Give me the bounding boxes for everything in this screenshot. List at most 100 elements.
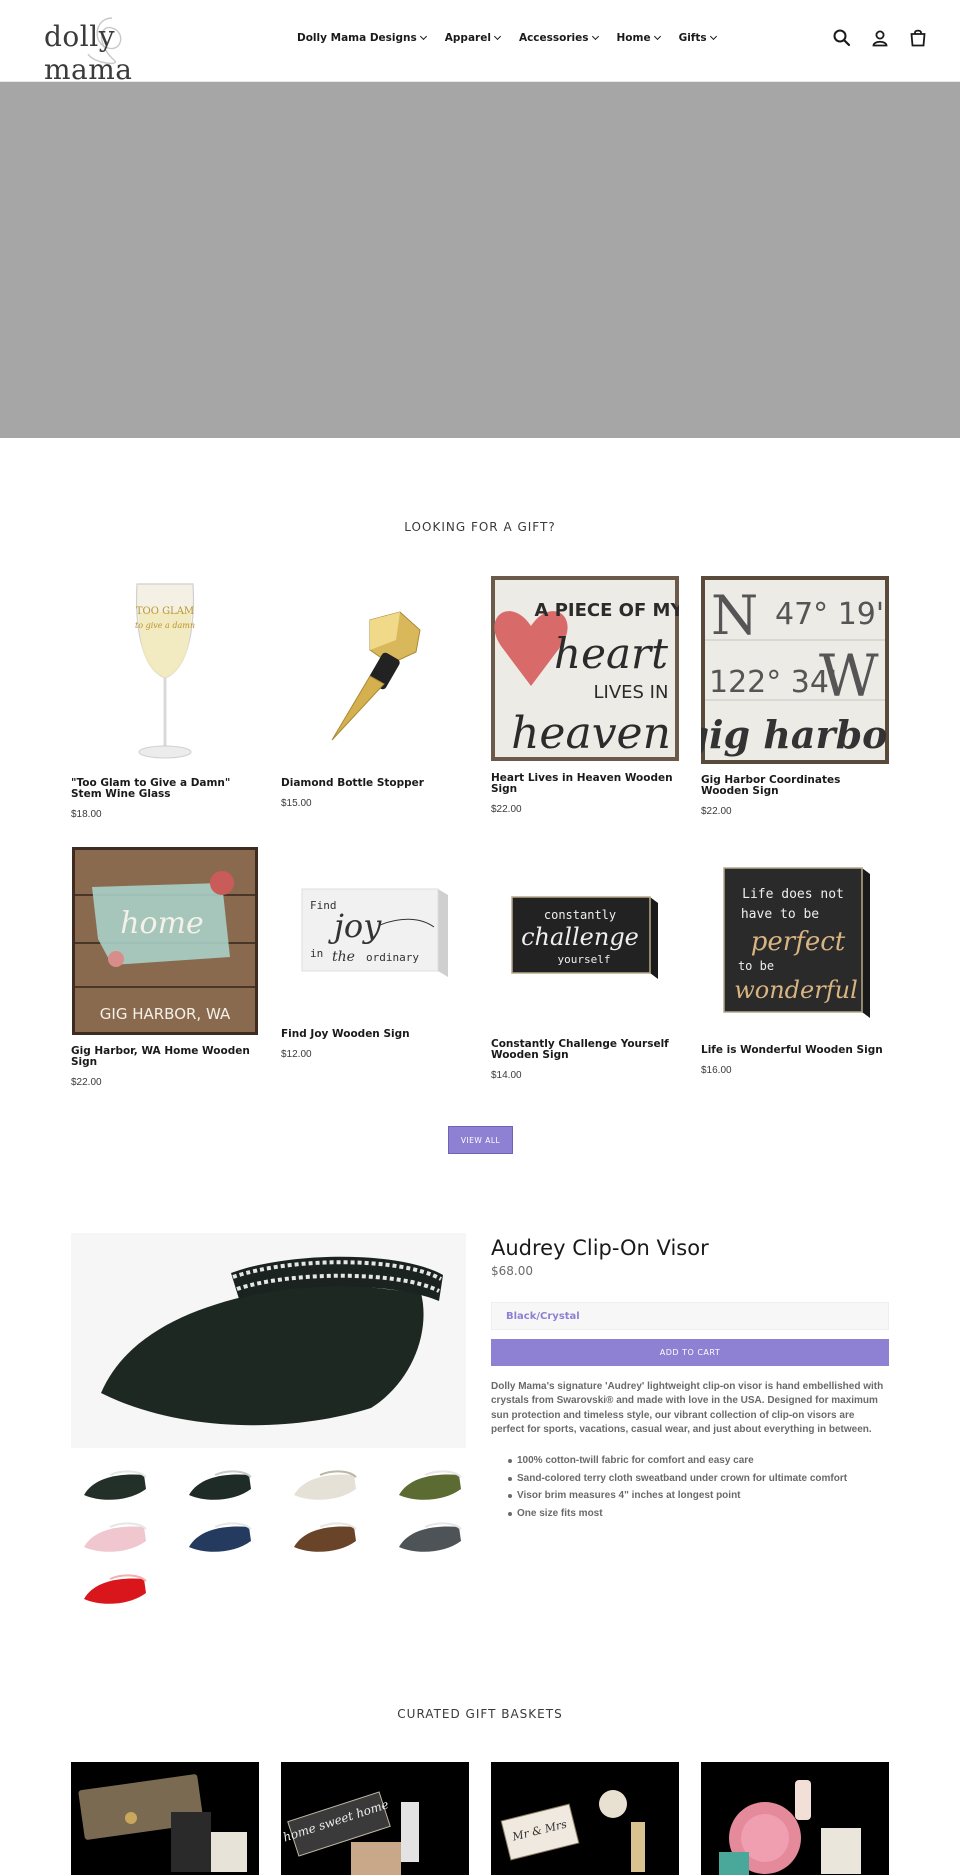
product-card[interactable]: Find joy in the ordinary Find Joy Wooden… bbox=[281, 847, 469, 1088]
nav-label: Accessories bbox=[518, 32, 589, 44]
baskets-section-title: CURATED GIFT BASKETS bbox=[397, 1707, 563, 1721]
product-card[interactable]: TOO GLAM to give a damn "Too Glam to Giv… bbox=[71, 576, 259, 820]
product-price: $18.00 bbox=[71, 809, 102, 821]
thumbnail-red[interactable] bbox=[71, 1567, 159, 1611]
product-card[interactable]: constantly challenge yourself Constantly… bbox=[491, 847, 679, 1088]
product-image: home GIG HARBOR, WA bbox=[71, 847, 259, 1036]
thumbnail-gray[interactable] bbox=[386, 1515, 474, 1559]
product-image: Find joy in the ordinary bbox=[281, 847, 469, 1017]
svg-text:GIG HARBOR, WA: GIG HARBOR, WA bbox=[100, 1005, 231, 1023]
basket-card[interactable]: Mr & Mrs bbox=[491, 1762, 679, 1875]
product-price: $16.00 bbox=[701, 1065, 732, 1077]
svg-text:have to be: have to be bbox=[741, 907, 819, 922]
add-to-cart-button[interactable]: ADD TO CART bbox=[491, 1339, 889, 1366]
basket-card[interactable] bbox=[71, 1762, 259, 1875]
product-name: Gig Harbor Coordinates Wooden Sign bbox=[701, 774, 841, 798]
logo-text: dolly mama bbox=[44, 20, 133, 86]
product-name: "Too Glam to Give a Damn" Stem Wine Glas… bbox=[71, 777, 231, 801]
header-icons bbox=[832, 28, 928, 48]
account-icon[interactable] bbox=[870, 28, 890, 48]
product-price: $22.00 bbox=[491, 804, 522, 816]
product-card[interactable]: Diamond Bottle Stopper $15.00 bbox=[281, 576, 469, 820]
svg-text:challenge: challenge bbox=[521, 923, 639, 951]
svg-text:47° 19': 47° 19' bbox=[775, 597, 884, 632]
nav-label: Gifts bbox=[678, 32, 707, 44]
product-price: $68.00 bbox=[491, 1264, 533, 1278]
thumbnail-brown[interactable] bbox=[281, 1515, 369, 1559]
nav-item-home[interactable]: Home bbox=[616, 32, 661, 44]
feature-item: Sand-colored terry cloth sweatband under… bbox=[491, 1470, 889, 1488]
svg-text:to be: to be bbox=[738, 959, 774, 973]
product-image bbox=[281, 576, 469, 764]
product-image: A PIECE OF MY heart LIVES IN heaven bbox=[491, 576, 679, 761]
basket-image bbox=[719, 1780, 861, 1875]
variant-select[interactable]: Black/Crystal bbox=[491, 1302, 889, 1330]
chevron-down-icon bbox=[591, 32, 599, 41]
feature-item: One size fits most bbox=[491, 1505, 889, 1523]
nav-label: Apparel bbox=[444, 32, 491, 44]
svg-text:N: N bbox=[711, 584, 758, 647]
thumbnail-pink[interactable] bbox=[71, 1515, 159, 1559]
svg-text:ordinary: ordinary bbox=[366, 951, 419, 964]
product-description: Dolly Mama's signature 'Audrey' lightwei… bbox=[491, 1381, 884, 1435]
svg-text:the: the bbox=[332, 949, 355, 965]
gift-section-title: LOOKING FOR A GIFT? bbox=[404, 520, 556, 534]
product-price: $22.00 bbox=[701, 806, 732, 818]
product-price: $14.00 bbox=[491, 1070, 522, 1082]
product-card[interactable]: N 47° 19' 122° 34' W gig harbor Gig Harb… bbox=[701, 576, 889, 820]
featured-product-image[interactable] bbox=[71, 1233, 466, 1448]
chevron-down-icon bbox=[493, 32, 501, 41]
product-card[interactable]: Life does not have to be perfect to be w… bbox=[701, 847, 889, 1088]
thumbnail-olive[interactable] bbox=[386, 1463, 474, 1507]
basket-card[interactable] bbox=[701, 1762, 889, 1875]
product-title: Audrey Clip-On Visor bbox=[491, 1236, 709, 1260]
thumbnail-black[interactable] bbox=[71, 1463, 159, 1507]
product-image: constantly challenge yourself bbox=[491, 847, 679, 1027]
logo[interactable]: dolly mama bbox=[44, 14, 194, 86]
chevron-down-icon bbox=[709, 32, 717, 41]
search-icon[interactable] bbox=[832, 28, 852, 48]
nav-item-dolly-mama-designs[interactable]: Dolly Mama Designs bbox=[297, 32, 427, 44]
product-image: TOO GLAM to give a damn bbox=[71, 576, 259, 764]
nav-item-apparel[interactable]: Apparel bbox=[444, 32, 501, 44]
svg-text:heart: heart bbox=[554, 629, 668, 678]
product-name: Life is Wonderful Wooden Sign bbox=[701, 1044, 883, 1057]
feature-item: Visor brim measures 4" inches at longest… bbox=[491, 1487, 889, 1505]
svg-text:in: in bbox=[310, 947, 323, 960]
product-features: 100% cotton-twill fabric for comfort and… bbox=[491, 1452, 889, 1522]
nav-item-gifts[interactable]: Gifts bbox=[678, 32, 717, 44]
feature-item: 100% cotton-twill fabric for comfort and… bbox=[491, 1452, 889, 1470]
chevron-down-icon bbox=[653, 32, 661, 41]
svg-text:Find: Find bbox=[310, 899, 337, 912]
basket-image bbox=[78, 1774, 247, 1872]
svg-text:home: home bbox=[120, 906, 204, 941]
chevron-down-icon bbox=[419, 32, 427, 41]
thumbnail-black-2[interactable] bbox=[176, 1463, 264, 1507]
view-all-button[interactable]: VIEW ALL bbox=[448, 1126, 513, 1154]
basket-image: home sweet home bbox=[281, 1791, 419, 1875]
product-card[interactable]: A PIECE OF MY heart LIVES IN heaven Hear… bbox=[491, 576, 679, 820]
visor-image bbox=[101, 1256, 443, 1426]
thumbnail-navy[interactable] bbox=[176, 1515, 264, 1559]
svg-text:TOO GLAM: TOO GLAM bbox=[136, 606, 194, 617]
product-price: $15.00 bbox=[281, 798, 312, 810]
nav-label: Home bbox=[616, 32, 651, 44]
product-image: N 47° 19' 122° 34' W gig harbor bbox=[701, 576, 889, 764]
product-card[interactable]: home GIG HARBOR, WA Gig Harbor, WA Home … bbox=[71, 847, 259, 1088]
cart-icon[interactable] bbox=[908, 28, 928, 48]
product-name: Diamond Bottle Stopper bbox=[281, 777, 424, 789]
hero-banner bbox=[0, 82, 960, 438]
product-price: $12.00 bbox=[281, 1049, 312, 1061]
featured-thumbnails bbox=[71, 1463, 466, 1611]
svg-text:W: W bbox=[819, 642, 879, 710]
basket-card[interactable]: home sweet home bbox=[281, 1762, 469, 1875]
svg-text:gig harbor: gig harbor bbox=[701, 712, 889, 757]
svg-text:joy: joy bbox=[328, 907, 382, 945]
main-nav: Dolly Mama Designs Apparel Accessories H… bbox=[297, 32, 735, 44]
product-price: $22.00 bbox=[71, 1077, 102, 1089]
nav-item-accessories[interactable]: Accessories bbox=[518, 32, 599, 44]
thumbnail-cream[interactable] bbox=[281, 1463, 369, 1507]
svg-text:yourself: yourself bbox=[558, 953, 611, 966]
product-name: Find Joy Wooden Sign bbox=[281, 1028, 410, 1041]
svg-text:heaven: heaven bbox=[511, 708, 671, 759]
